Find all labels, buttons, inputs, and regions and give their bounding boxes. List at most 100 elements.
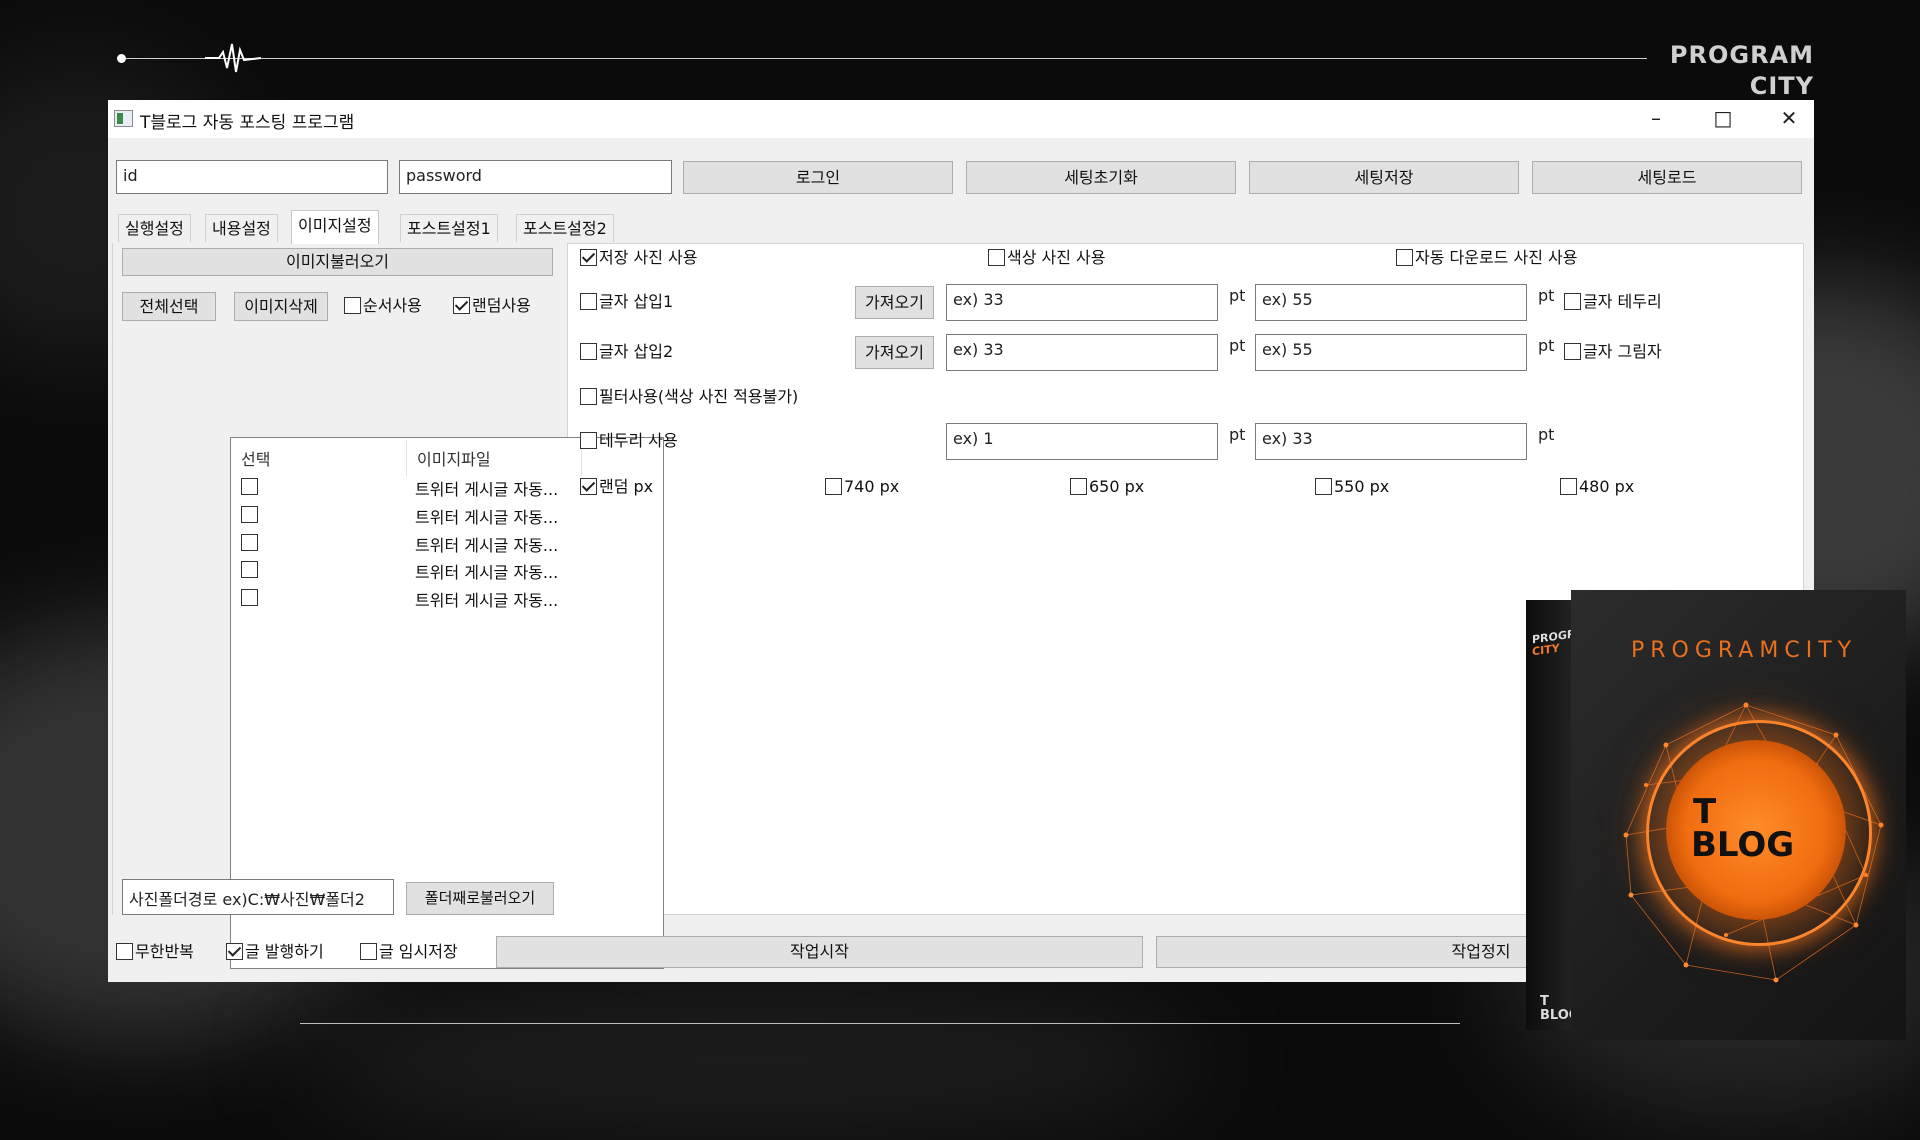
checkbox-box [580, 343, 597, 360]
row-checkbox[interactable] [241, 506, 258, 523]
heartbeat-pulse-icon [205, 43, 261, 73]
product-box-image: PROGRAM CITY T BLOG PROGRAMCITY T BLOG [1526, 585, 1906, 1040]
px-650-checkbox[interactable]: 650 px [1070, 477, 1144, 497]
px-480-checkbox[interactable]: 480 px [1560, 477, 1634, 497]
infinite-repeat-checkbox[interactable]: 무한반복 [116, 942, 194, 962]
minimize-button[interactable]: – [1631, 104, 1681, 134]
publish-checkbox[interactable]: 글 발행하기 [226, 942, 324, 962]
unit-label: pt [1538, 425, 1555, 444]
text-shadow-checkbox[interactable]: 글자 그림자 [1564, 342, 1662, 362]
text1-size-input-1[interactable]: ex) 33 [946, 284, 1218, 321]
use-auto-download-photo-checkbox[interactable]: 자동 다운로드 사진 사용 [1396, 248, 1577, 268]
column-header-select[interactable]: 선택 [241, 446, 270, 470]
box-title: PROGRAMCITY [1631, 638, 1858, 663]
row-checkbox[interactable] [241, 561, 258, 578]
box-front: PROGRAMCITY T BLOG [1571, 590, 1906, 1040]
unit-label: pt [1538, 286, 1555, 305]
unit-label: pt [1229, 336, 1246, 355]
random-checkbox[interactable]: 랜덤사용 [453, 296, 531, 316]
title-bar: T블로그 자동 포스팅 프로그램 – □ ✕ [108, 100, 1814, 138]
checkbox-box [116, 943, 133, 960]
save-settings-button[interactable]: 세팅저장 [1249, 161, 1519, 194]
decorative-bottom-line [300, 1023, 1460, 1024]
box-logo-t: T [1693, 792, 1717, 832]
list-item[interactable]: 트위터 게시글 자동... [415, 476, 558, 500]
background-cloud [300, 980, 1200, 1140]
list-item[interactable]: 트위터 게시글 자동... [415, 504, 558, 528]
box-logo-blog: BLOG [1691, 825, 1795, 865]
checkbox-box [1564, 343, 1581, 360]
id-input[interactable]: id [116, 160, 388, 194]
column-header-file[interactable]: 이미지파일 [417, 446, 491, 470]
close-button[interactable]: ✕ [1764, 104, 1814, 134]
checkbox-box [580, 478, 597, 495]
text2-size-input-1[interactable]: ex) 33 [946, 334, 1218, 371]
border-size-input-1[interactable]: ex) 1 [946, 423, 1218, 460]
text-insert2-checkbox[interactable]: 글자 삽입2 [580, 342, 673, 362]
use-border-checkbox[interactable]: 테두리 사용 [580, 431, 678, 451]
checkbox-box [453, 297, 470, 314]
checkbox-box [580, 388, 597, 405]
row-checkbox[interactable] [241, 589, 258, 606]
folder-path-input[interactable]: 사진폴더경로 ex)C:₩사진₩폴더2 [122, 879, 394, 915]
decorative-top-line [122, 58, 1647, 59]
delete-images-button[interactable]: 이미지삭제 [234, 292, 328, 321]
list-item[interactable]: 트위터 게시글 자동... [415, 587, 558, 611]
random-px-checkbox[interactable]: 랜덤 px [580, 477, 653, 497]
checkbox-box [580, 249, 597, 266]
unit-label: pt [1229, 286, 1246, 305]
unit-label: pt [1538, 336, 1555, 355]
temp-save-checkbox[interactable]: 글 임시저장 [360, 942, 458, 962]
checkbox-box [1315, 478, 1332, 495]
checkbox-box [1070, 478, 1087, 495]
load-folder-button[interactable]: 폴더째로불러오기 [406, 882, 554, 915]
checkbox-box [344, 297, 361, 314]
use-color-photo-checkbox[interactable]: 색상 사진 사용 [988, 248, 1106, 268]
app-icon [114, 110, 133, 127]
password-input[interactable]: password [399, 160, 672, 194]
tab-content-settings[interactable]: 내용설정 [205, 214, 278, 242]
checkbox-box [1396, 249, 1413, 266]
text2-size-input-2[interactable]: ex) 55 [1255, 334, 1527, 371]
decorative-dot [117, 54, 126, 63]
tab-run-settings[interactable]: 실행설정 [118, 214, 191, 242]
list-item[interactable]: 트위터 게시글 자동... [415, 532, 558, 556]
border-size-input-2[interactable]: ex) 33 [1255, 423, 1527, 460]
brand-logo-text: PROGRAM CITY [1669, 41, 1814, 100]
px-740-checkbox[interactable]: 740 px [825, 477, 899, 497]
use-saved-photo-checkbox[interactable]: 저장 사진 사용 [580, 248, 698, 268]
checkbox-box [226, 943, 243, 960]
text1-size-input-2[interactable]: ex) 55 [1255, 284, 1527, 321]
load-settings-button[interactable]: 세팅로드 [1532, 161, 1802, 194]
tab-image-settings[interactable]: 이미지설정 [291, 210, 379, 244]
start-job-button[interactable]: 작업시작 [496, 936, 1143, 968]
column-separator [406, 440, 407, 476]
checkbox-box [580, 432, 597, 449]
window-title: T블로그 자동 포스팅 프로그램 [140, 113, 355, 133]
use-filter-checkbox[interactable]: 필터사용(색상 사진 적용불가) [580, 387, 798, 407]
text-border-checkbox[interactable]: 글자 테두리 [1564, 292, 1662, 312]
checkbox-box [1564, 293, 1581, 310]
maximize-button[interactable]: □ [1698, 104, 1748, 134]
checkbox-box [360, 943, 377, 960]
tab-post-settings-2[interactable]: 포스트설정2 [516, 214, 614, 242]
checkbox-box [1560, 478, 1577, 495]
select-all-button[interactable]: 전체선택 [122, 292, 216, 321]
unit-label: pt [1229, 425, 1246, 444]
row-checkbox[interactable] [241, 478, 258, 495]
login-button[interactable]: 로그인 [683, 161, 953, 194]
list-item[interactable]: 트위터 게시글 자동... [415, 559, 558, 583]
fetch-button-2[interactable]: 가져오기 [855, 336, 934, 369]
text-insert1-checkbox[interactable]: 글자 삽입1 [580, 292, 673, 312]
checkbox-box [988, 249, 1005, 266]
checkbox-box [580, 293, 597, 310]
load-images-button[interactable]: 이미지불러오기 [122, 248, 553, 276]
reset-settings-button[interactable]: 세팅초기화 [966, 161, 1236, 194]
box-side: PROGRAM CITY T BLOG [1526, 600, 1595, 1030]
row-checkbox[interactable] [241, 534, 258, 551]
sequential-checkbox[interactable]: 순서사용 [344, 296, 422, 316]
px-550-checkbox[interactable]: 550 px [1315, 477, 1389, 497]
tab-post-settings-1[interactable]: 포스트설정1 [400, 214, 498, 242]
fetch-button-1[interactable]: 가져오기 [855, 286, 934, 319]
checkbox-box [825, 478, 842, 495]
